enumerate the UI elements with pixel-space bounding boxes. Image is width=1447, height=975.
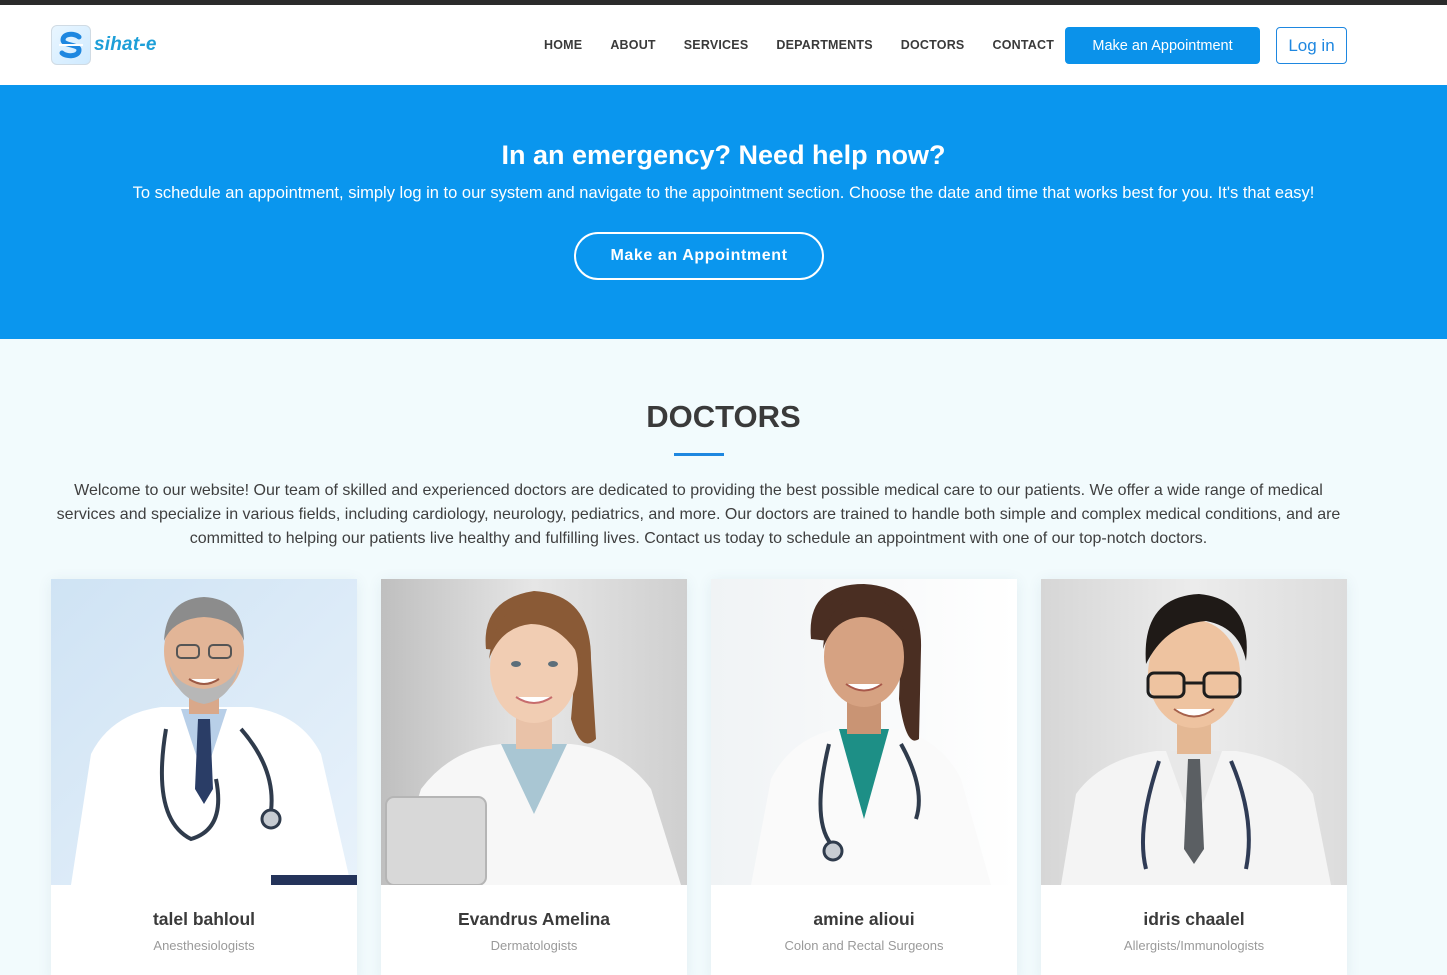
doctor-specialty: Dermatologists [490,938,578,953]
doctor-card[interactable]: idris chaalel Allergists/Immunologists [1041,579,1347,975]
doctors-intro: Welcome to our website! Our team of skil… [56,482,1341,547]
doctor-photo [711,579,1017,885]
doctor-name: Evandrus Amelina [457,909,611,929]
doctor-name: amine alioui [813,909,915,929]
nav-doctors[interactable]: DOCTORS [887,38,979,52]
cta-title: In an emergency? Need help now? [501,140,946,170]
doctor-photo [381,579,687,885]
logo-icon [51,25,91,65]
brand-logo[interactable]: sihat-e [51,25,157,65]
doctor-card[interactable]: Evandrus Amelina Dermatologists [381,579,687,975]
doctor-specialty: Colon and Rectal Surgeons [784,938,944,953]
doctor-name: idris chaalel [1143,909,1245,929]
site-header: sihat-e HOME ABOUT SERVICES DEPARTMENTS … [0,5,1447,85]
doctor-name: talel bahloul [152,909,256,929]
header-appointment-button[interactable]: Make an Appointment [1065,27,1260,64]
cta-text: To schedule an appointment, simply log i… [132,184,1315,202]
title-underline [674,453,724,456]
main-nav: HOME ABOUT SERVICES DEPARTMENTS DOCTORS … [530,5,1068,85]
nav-home[interactable]: HOME [530,38,596,52]
emergency-cta-section: In an emergency? Need help now? To sched… [0,85,1447,339]
doctors-section: DOCTORS Welcome to our website! Our team… [0,339,1447,975]
brand-name: sihat-e [94,34,157,55]
cta-appointment-button[interactable]: Make an Appointment [574,232,824,280]
doctor-card[interactable]: talel bahloul Anesthesiologists [51,579,357,975]
doctor-cards: talel bahloul Anesthesiologists Evandrus… [51,579,1347,975]
nav-contact[interactable]: CONTACT [978,38,1068,52]
section-title: DOCTORS [646,399,801,434]
doctor-specialty: Allergists/Immunologists [1123,938,1265,953]
doctor-card[interactable]: amine alioui Colon and Rectal Surgeons [711,579,1017,975]
nav-departments[interactable]: DEPARTMENTS [762,38,886,52]
doctor-specialty: Anesthesiologists [153,938,255,953]
doctor-photo [1041,579,1347,885]
login-button[interactable]: Log in [1276,27,1347,64]
nav-services[interactable]: SERVICES [670,38,763,52]
doctor-photo [51,579,357,885]
nav-about[interactable]: ABOUT [596,38,669,52]
